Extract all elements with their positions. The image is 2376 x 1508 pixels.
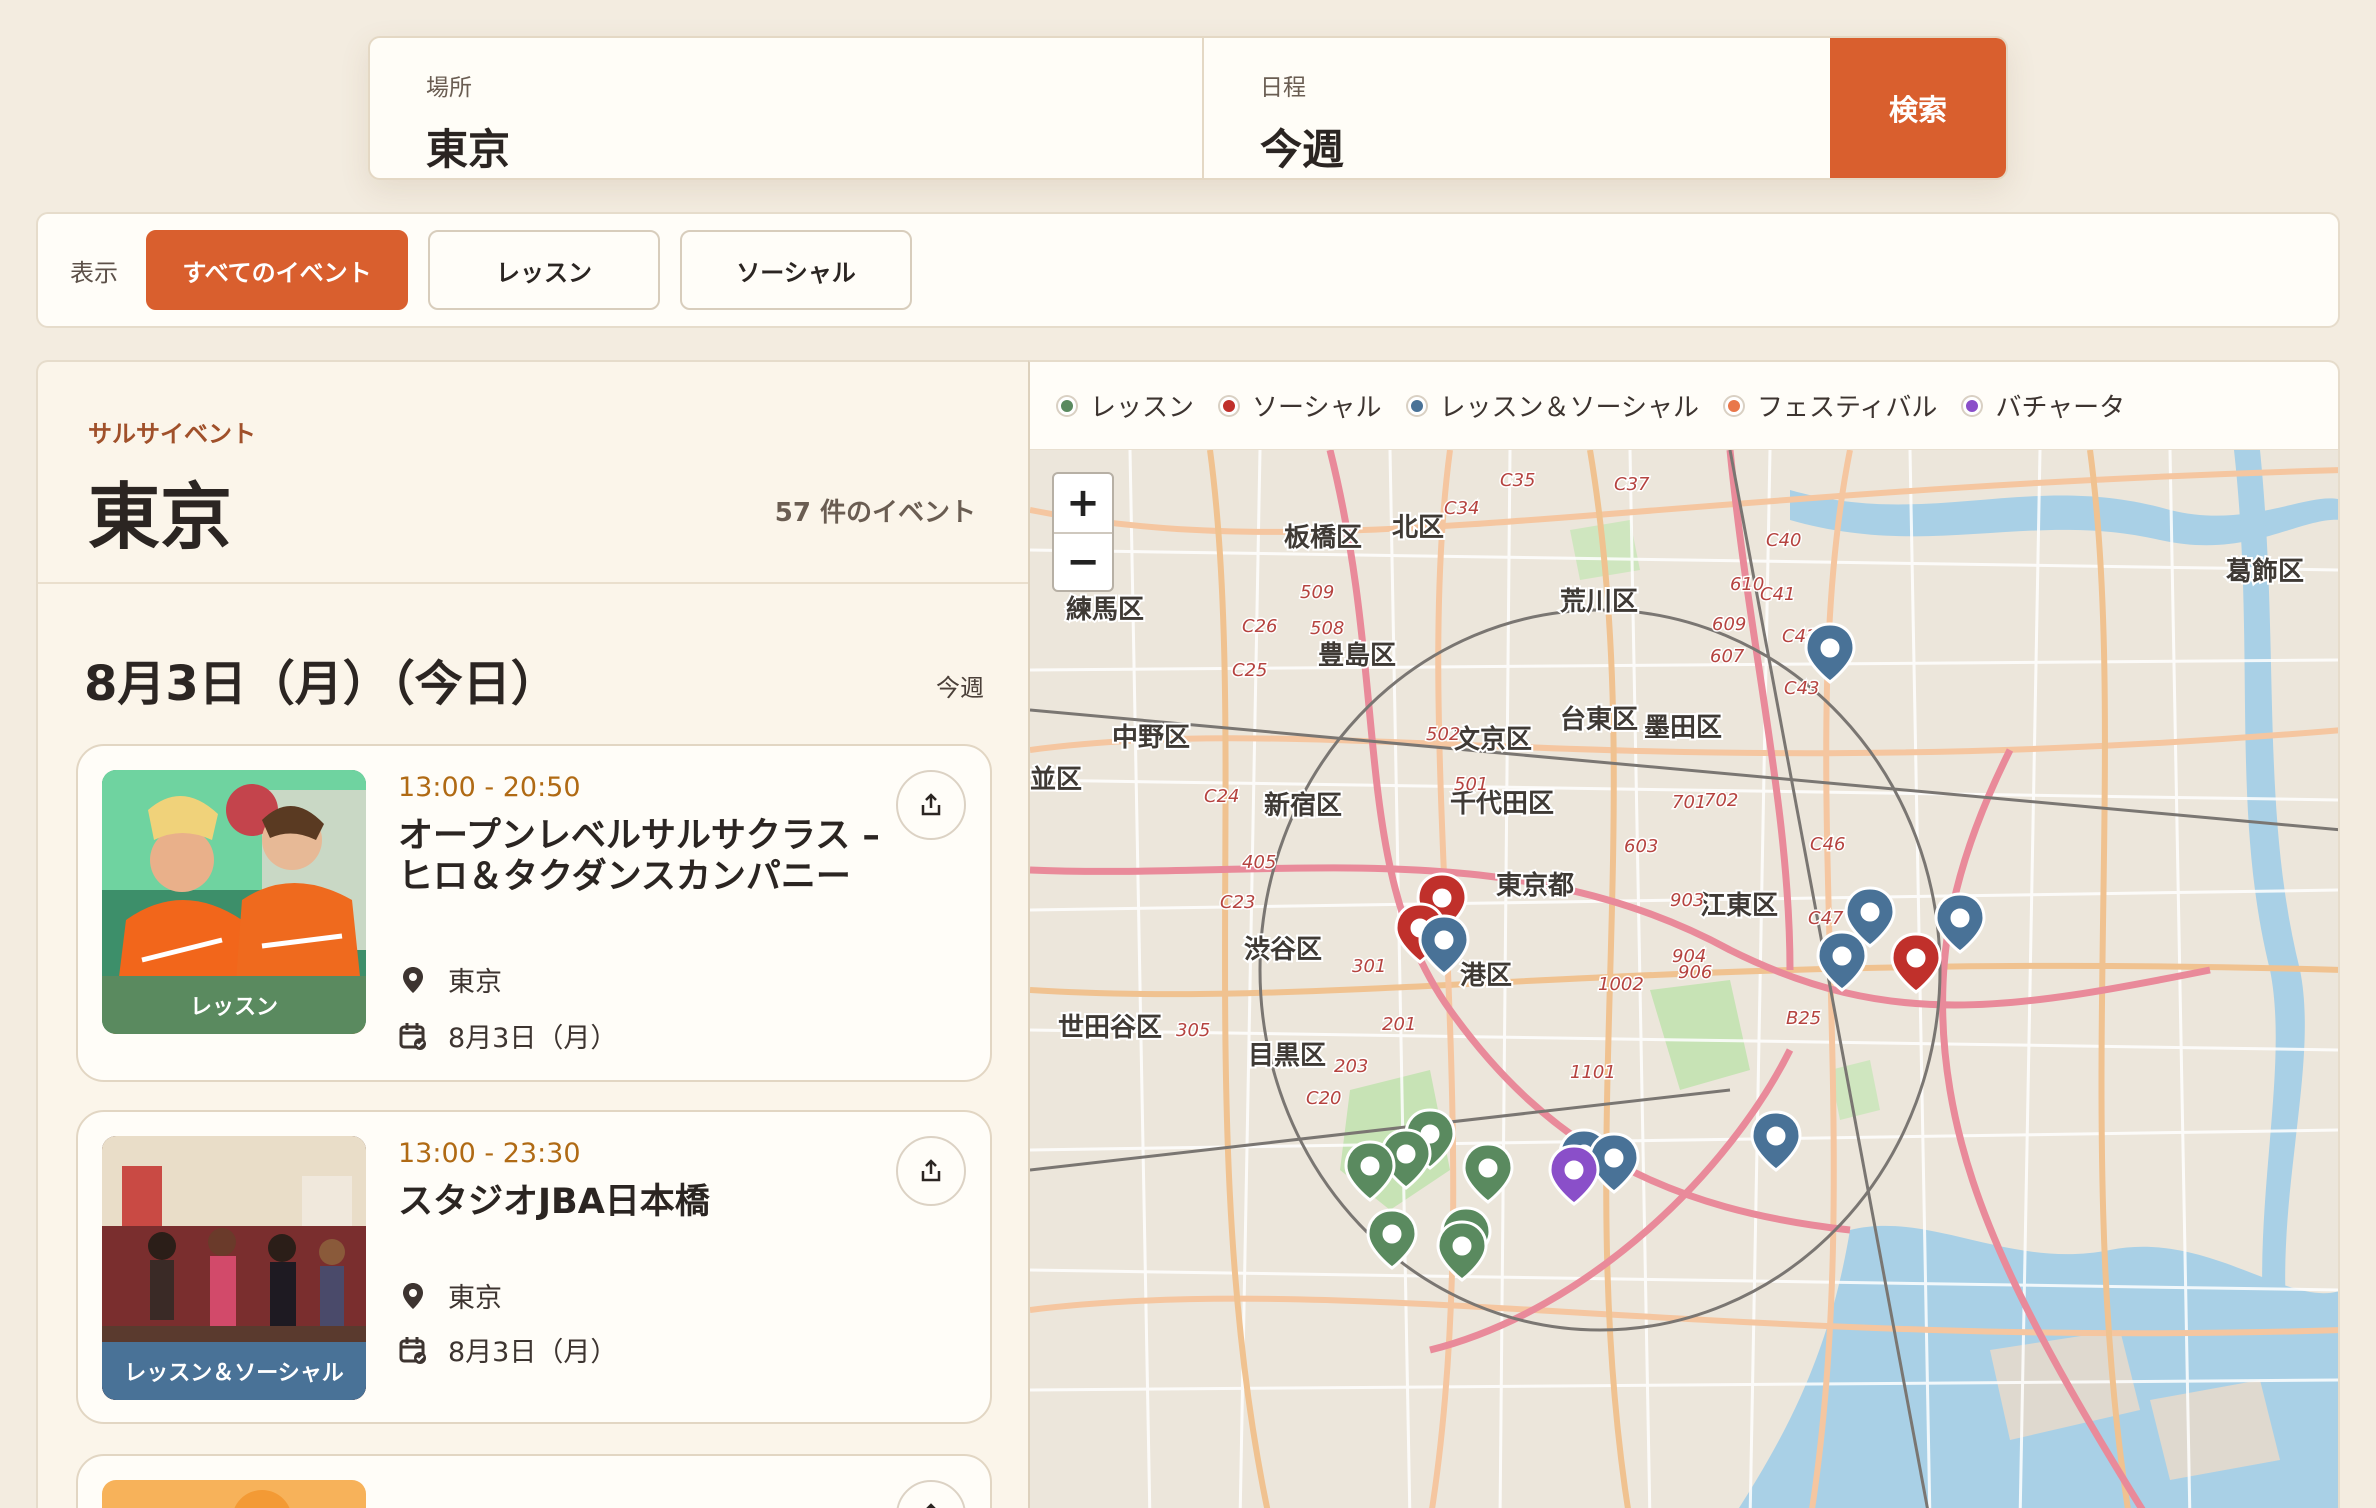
event-type-tag: レッスン bbox=[102, 976, 366, 1034]
share-icon bbox=[921, 793, 941, 816]
map-marker-bachata[interactable] bbox=[1548, 1144, 1600, 1206]
legend-item-lesson-social: レッスン＆ソーシャル bbox=[1407, 387, 1699, 424]
event-count: 57 件のイベント bbox=[774, 498, 976, 528]
map-pin-icon bbox=[398, 1281, 428, 1311]
event-location-text: 東京 bbox=[448, 1283, 502, 1314]
map-marker-lesson[interactable] bbox=[1436, 1220, 1488, 1282]
list-header: サルサイベント 東京 57 件のイベント bbox=[38, 362, 1028, 584]
map-marker-lesson-social[interactable] bbox=[1816, 930, 1868, 992]
event-location: 東京 bbox=[398, 960, 502, 999]
legend-dot bbox=[1407, 396, 1426, 415]
legend-label: レッスン＆ソーシャル bbox=[1439, 393, 1699, 423]
date-label: 日程 bbox=[1260, 75, 1306, 101]
date-value[interactable]: 今週 bbox=[1260, 116, 1774, 177]
event-location-text: 東京 bbox=[448, 967, 502, 998]
calendar-check-icon bbox=[398, 1021, 428, 1051]
search-button[interactable]: 検索 bbox=[1830, 38, 2006, 178]
event-photo: レッスン bbox=[102, 770, 366, 1034]
legend-item-bachata: バチャータ bbox=[1963, 387, 2125, 424]
event-location: 東京 bbox=[398, 1276, 502, 1315]
map-marker-lesson-social[interactable] bbox=[1750, 1110, 1802, 1172]
event-title[interactable]: スタジオJBA日本橋 bbox=[398, 1182, 898, 1223]
map-markers bbox=[1344, 622, 1986, 1282]
this-week-link[interactable]: 今週 bbox=[936, 668, 984, 703]
map-marker-lesson-social[interactable] bbox=[1804, 622, 1856, 684]
event-card[interactable]: レッスン＆ソーシャル 13:00 - 23:30 スタジオJBA日本橋 東京 8… bbox=[76, 1110, 992, 1424]
zoom-in-button[interactable]: + bbox=[1054, 474, 1112, 532]
date-field[interactable]: 日程 今週 bbox=[1204, 38, 1830, 178]
event-card[interactable]: レッスン 13:00 - 20:50 オープンレベルサルサクラス – ヒロ＆タク… bbox=[76, 744, 992, 1082]
zoom-control: + − bbox=[1052, 472, 1114, 592]
map-marker-lesson[interactable] bbox=[1366, 1208, 1418, 1270]
event-time: 13:00 - 23:30 bbox=[398, 1138, 581, 1169]
event-card[interactable] bbox=[76, 1454, 992, 1508]
place-label: 場所 bbox=[426, 75, 472, 101]
legend-label: レッスン bbox=[1090, 393, 1195, 423]
event-photo bbox=[102, 1480, 366, 1508]
legend-item-festival: フェスティバル bbox=[1724, 387, 1938, 424]
map-marker-social[interactable] bbox=[1890, 932, 1942, 994]
day-title: 8月3日（月）（今日） bbox=[84, 656, 559, 712]
filter-label: 表示 bbox=[70, 258, 118, 287]
legend-dot bbox=[1963, 396, 1982, 415]
legend-dot bbox=[1058, 396, 1076, 415]
zoom-out-button[interactable]: − bbox=[1054, 532, 1112, 590]
legend-label: フェスティバル bbox=[1756, 393, 1938, 423]
event-time: 13:00 - 20:50 bbox=[398, 772, 581, 803]
filter-socials[interactable]: ソーシャル bbox=[680, 230, 912, 310]
map-marker-lesson[interactable] bbox=[1462, 1142, 1514, 1204]
share-icon bbox=[921, 1159, 941, 1182]
event-date: 8月3日（月） bbox=[398, 1016, 617, 1055]
event-type-tag: レッスン＆ソーシャル bbox=[102, 1342, 366, 1400]
search-bar: 場所 東京 日程 今週 検索 bbox=[368, 36, 2008, 180]
legend-label: バチャータ bbox=[1995, 393, 2126, 423]
share-button[interactable] bbox=[896, 770, 966, 840]
filter-all-events[interactable]: すべてのイベント bbox=[146, 230, 408, 310]
place-field[interactable]: 場所 東京 bbox=[370, 38, 1204, 178]
map-marker-lesson[interactable] bbox=[1344, 1140, 1396, 1202]
list-kicker: サルサイベント bbox=[88, 420, 256, 448]
share-button[interactable] bbox=[896, 1136, 966, 1206]
legend-item-lesson: レッスン bbox=[1058, 387, 1194, 424]
map-legend: レッスン ソーシャル レッスン＆ソーシャル フェスティバル バチャータ bbox=[1030, 362, 2338, 450]
legend-dot bbox=[1724, 396, 1743, 415]
map-canvas[interactable]: 板橋区 北区 練馬区 荒川区 葛飾区 豊島区 中野区 文京区 台東区 墨田区 並… bbox=[1030, 450, 2338, 1508]
map-marker-lesson-social[interactable] bbox=[1418, 914, 1470, 976]
place-value[interactable]: 東京 bbox=[426, 116, 1146, 177]
filter-bar: 表示 すべてのイベント レッスン ソーシャル bbox=[36, 212, 2340, 328]
legend-label: ソーシャル bbox=[1252, 393, 1382, 423]
map-pin-icon bbox=[398, 965, 428, 995]
share-icon bbox=[926, 1503, 936, 1508]
filter-lessons[interactable]: レッスン bbox=[428, 230, 660, 310]
share-button[interactable] bbox=[896, 1480, 966, 1508]
event-list-panel: サルサイベント 東京 57 件のイベント 8月3日（月）（今日） 今週 レッスン… bbox=[36, 360, 1028, 1508]
calendar-check-icon bbox=[398, 1335, 428, 1365]
event-date-text: 8月3日（月） bbox=[448, 1023, 618, 1054]
event-date: 8月3日（月） bbox=[398, 1330, 617, 1369]
legend-item-social: ソーシャル bbox=[1220, 387, 1382, 424]
event-date-text: 8月3日（月） bbox=[448, 1337, 618, 1368]
page-title: 東京 bbox=[88, 475, 233, 559]
map-marker-lesson-social[interactable] bbox=[1934, 892, 1986, 954]
event-title[interactable]: オープンレベルサルサクラス – ヒロ＆タクダンスカンパニー bbox=[398, 816, 898, 898]
event-photo: レッスン＆ソーシャル bbox=[102, 1136, 366, 1400]
day-header: 8月3日（月）（今日） 今週 bbox=[38, 584, 1028, 712]
map-panel: レッスン ソーシャル レッスン＆ソーシャル フェスティバル バチャータ 板橋区 … bbox=[1028, 360, 2340, 1508]
legend-dot bbox=[1220, 396, 1239, 415]
